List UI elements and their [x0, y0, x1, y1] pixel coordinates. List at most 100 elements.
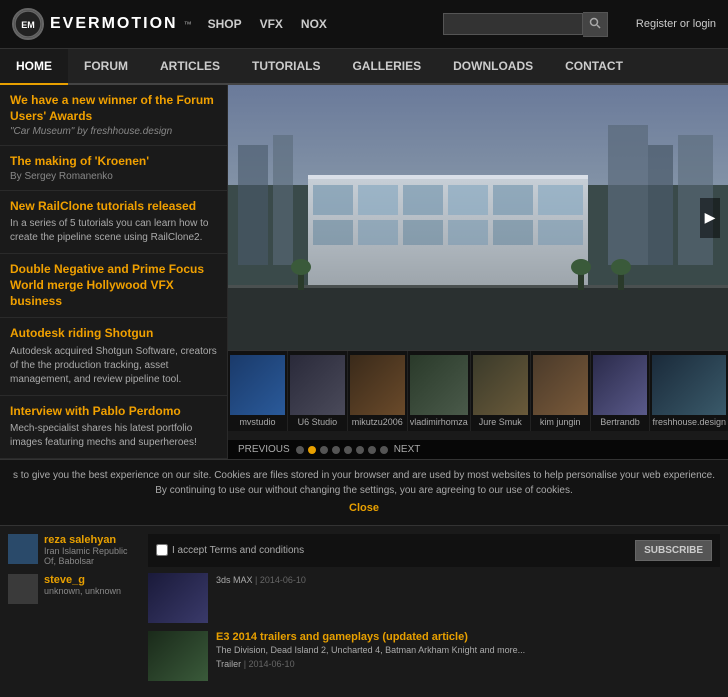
cookie-close[interactable]: Close	[349, 500, 379, 517]
search-button[interactable]	[583, 12, 608, 37]
newsletter-text: I accept Terms and conditions	[172, 545, 304, 556]
dot-7[interactable]	[368, 446, 376, 454]
cookie-bar: s to give you the best experience on our…	[0, 459, 728, 526]
nav-forum[interactable]: FORUM	[68, 49, 144, 83]
user-name-0[interactable]: reza salehyan	[44, 534, 138, 546]
thumb-label-4: Jure Smuk	[473, 417, 528, 427]
sidebar: We have a new winner of the Forum Users'…	[0, 85, 228, 459]
article-meta-1: Trailer | 2014-06-10	[216, 659, 525, 669]
article-content-1: E3 2014 trailers and gameplays (updated …	[216, 631, 525, 681]
thumb-6[interactable]: Bertrandb	[591, 351, 651, 431]
thumb-7[interactable]: freshhouse.design	[650, 351, 728, 431]
dot-8[interactable]	[380, 446, 388, 454]
dot-2[interactable]	[308, 446, 316, 454]
nav-galleries[interactable]: GALLERIES	[336, 49, 437, 83]
logo-text: EVERMOTION	[50, 15, 178, 33]
thumb-3[interactable]: vladimirhomza	[408, 351, 471, 431]
sidebar-item-desc-5: Mech-specialist shares his latest portfo…	[10, 422, 217, 450]
content-area: We have a new winner of the Forum Users'…	[0, 85, 728, 459]
dot-6[interactable]	[356, 446, 364, 454]
thumb-img-3	[410, 355, 468, 415]
sidebar-item-subtitle-0: "Car Museum" by freshhouse.design	[10, 126, 217, 137]
header-nav-vfx[interactable]: VFX	[260, 17, 283, 31]
sidebar-item-0[interactable]: We have a new winner of the Forum Users'…	[0, 85, 227, 146]
bottom-section: reza salehyan Iran Islamic Republic Of, …	[0, 526, 728, 697]
nav-home[interactable]: HOME	[0, 49, 68, 85]
sidebar-item-title-4[interactable]: Autodesk riding Shotgun	[10, 326, 217, 342]
user-location-1: unknown, unknown	[44, 586, 121, 596]
svg-text:EM: EM	[21, 20, 35, 30]
main-nav: HOME FORUM ARTICLES TUTORIALS GALLERIES …	[0, 49, 728, 85]
slide-next[interactable]: NEXT	[394, 444, 421, 455]
header-nav-nox[interactable]: NOX	[301, 17, 327, 31]
logo[interactable]: EM EVERMOTION ™	[12, 8, 192, 40]
header-search-container	[443, 12, 608, 37]
sidebar-item-title-2[interactable]: New RailClone tutorials released	[10, 199, 217, 215]
dot-4[interactable]	[332, 446, 340, 454]
thumb-img-2	[350, 355, 405, 415]
sidebar-item-5[interactable]: Interview with Pablo Perdomo Mech-specia…	[0, 396, 227, 460]
thumb-1[interactable]: U6 Studio	[288, 351, 348, 431]
header-nav: SHOP VFX NOX	[208, 17, 327, 31]
logo-tm: ™	[184, 20, 192, 29]
user-item-0: reza salehyan Iran Islamic Republic Of, …	[8, 534, 138, 566]
newsletter-label[interactable]: I accept Terms and conditions	[156, 544, 304, 556]
slide-prev[interactable]: PREVIOUS	[238, 444, 290, 455]
nav-downloads[interactable]: DOWNLOADS	[437, 49, 549, 83]
thumb-label-5: kim jungin	[533, 417, 588, 427]
thumb-label-0: mvstudio	[230, 417, 285, 427]
thumb-img-4	[473, 355, 528, 415]
article-thumb-1	[148, 631, 208, 681]
header: EM EVERMOTION ™ SHOP VFX NOX Register or …	[0, 0, 728, 49]
thumbnails-row: mvstudio U6 Studio mikutzu2006 vladimirh…	[228, 350, 728, 431]
dot-1[interactable]	[296, 446, 304, 454]
user-info-1: steve_g unknown, unknown	[44, 574, 121, 596]
sidebar-item-4[interactable]: Autodesk riding Shotgun Autodesk acquire…	[0, 318, 227, 396]
article-item-1: E3 2014 trailers and gameplays (updated …	[148, 631, 720, 681]
user-info-0: reza salehyan Iran Islamic Republic Of, …	[44, 534, 138, 566]
article-date-0: 2014-06-10	[260, 575, 306, 585]
thumb-label-7: freshhouse.design	[652, 417, 726, 427]
sidebar-item-title-1[interactable]: The making of 'Kroenen'	[10, 154, 217, 170]
user-name-1[interactable]: steve_g	[44, 574, 121, 586]
thumb-0[interactable]: mvstudio	[228, 351, 288, 431]
slide-dots	[296, 446, 388, 454]
article-title-1[interactable]: E3 2014 trailers and gameplays (updated …	[216, 631, 525, 643]
sidebar-item-title-0[interactable]: We have a new winner of the Forum Users'…	[10, 93, 217, 124]
sidebar-item-1[interactable]: The making of 'Kroenen' By Sergey Romane…	[0, 146, 227, 191]
sidebar-item-2[interactable]: New RailClone tutorials released In a se…	[0, 191, 227, 255]
nav-contact[interactable]: CONTACT	[549, 49, 639, 83]
thumb-img-7	[652, 355, 726, 415]
sidebar-item-3[interactable]: Double Negative and Prime Focus World me…	[0, 254, 227, 318]
sidebar-item-title-3[interactable]: Double Negative and Prime Focus World me…	[10, 262, 217, 309]
sidebar-item-title-5[interactable]: Interview with Pablo Perdomo	[10, 404, 217, 420]
bottom-articles: I accept Terms and conditions SUBSCRIBE …	[148, 534, 720, 689]
slide-arrow-right[interactable]: ▶	[700, 198, 720, 238]
thumb-4[interactable]: Jure Smuk	[471, 351, 531, 431]
nav-articles[interactable]: ARTICLES	[144, 49, 236, 83]
thumb-5[interactable]: kim jungin	[531, 351, 591, 431]
user-avatar-0	[8, 534, 38, 564]
bottom-users: reza salehyan Iran Islamic Republic Of, …	[8, 534, 138, 689]
thumb-img-0	[230, 355, 285, 415]
dot-5[interactable]	[344, 446, 352, 454]
slideshow-image: ▶	[228, 85, 728, 350]
thumb-label-1: U6 Studio	[290, 417, 345, 427]
subscribe-button[interactable]: SUBSCRIBE	[635, 540, 712, 561]
article-desc-1: The Division, Dead Island 2, Uncharted 4…	[216, 645, 525, 657]
user-location-0: Iran Islamic Republic Of, Babolsar	[44, 546, 138, 566]
cookie-text: s to give you the best experience on our…	[13, 470, 715, 496]
logo-icon: EM	[12, 8, 44, 40]
thumb-2[interactable]: mikutzu2006	[348, 351, 408, 431]
article-thumb-0	[148, 573, 208, 623]
slideshow: ▶ PREVIOUS NEXT mvstudio	[228, 85, 728, 459]
search-input[interactable]	[443, 13, 583, 35]
dot-3[interactable]	[320, 446, 328, 454]
article-date-1: 2014-06-10	[249, 659, 295, 669]
nav-tutorials[interactable]: TUTORIALS	[236, 49, 336, 83]
header-nav-shop[interactable]: SHOP	[208, 17, 242, 31]
article-tag-1: Trailer	[216, 659, 241, 669]
article-tag-0: 3ds MAX	[216, 575, 253, 585]
newsletter-checkbox[interactable]	[156, 544, 168, 556]
auth-link[interactable]: Register or login	[636, 18, 716, 30]
